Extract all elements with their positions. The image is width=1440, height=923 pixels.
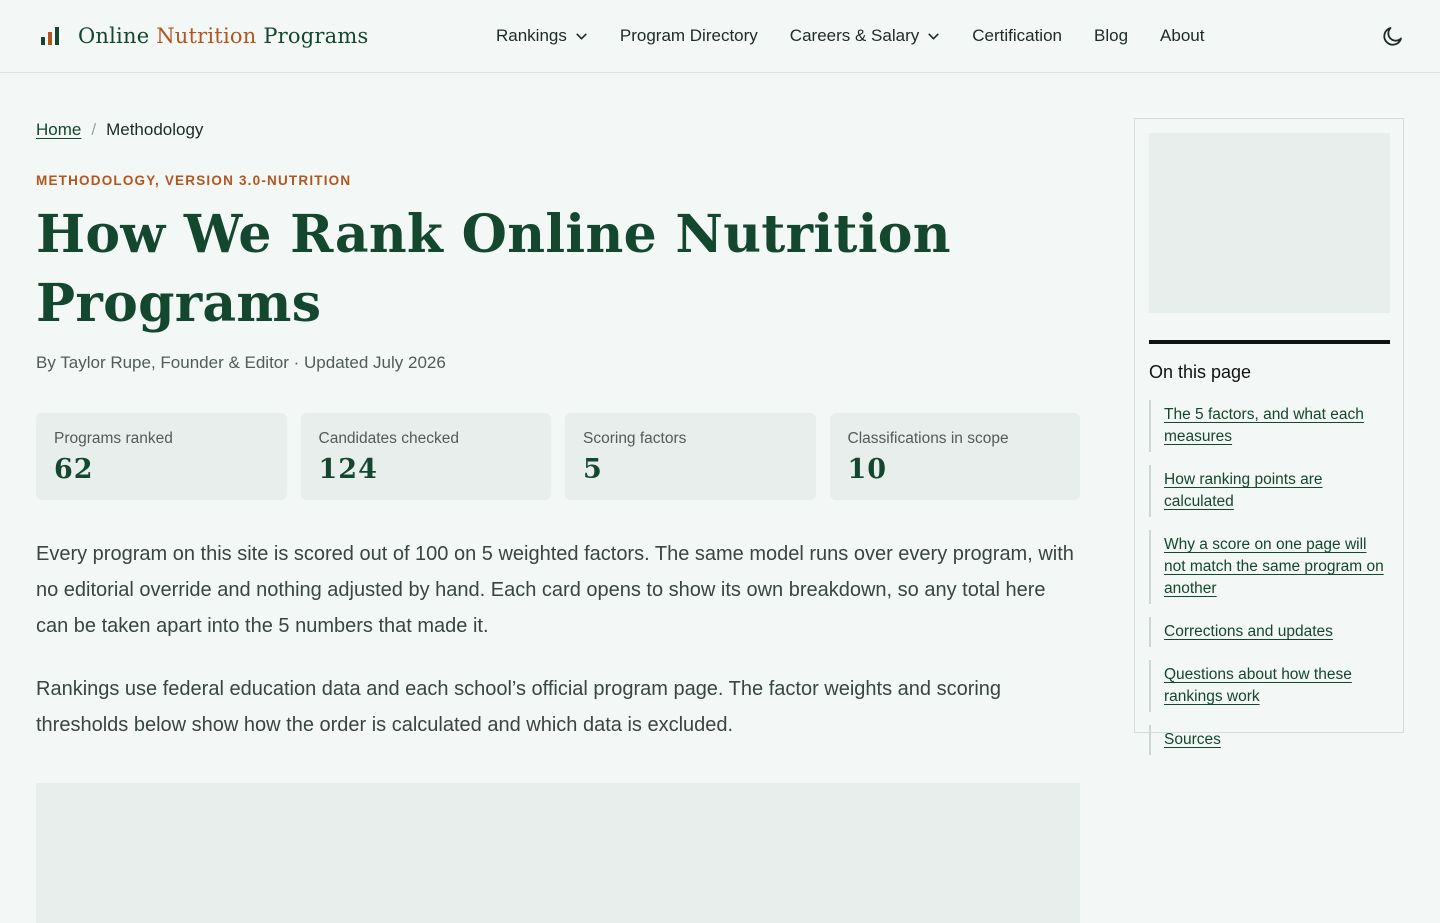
brand-word-nutrition: Nutrition <box>156 24 257 48</box>
toc-title: On this page <box>1149 362 1252 382</box>
toc-link-score-mismatch[interactable]: Why a score on one page will not match t… <box>1164 534 1384 600</box>
stats-row: Programs ranked 62 Candidates checked 12… <box>36 413 1080 500</box>
page-kicker: METHODOLOGY, VERSION 3.0-NUTRITION <box>36 173 352 188</box>
nav-careers-salary-label: Careers & Salary <box>789 26 920 45</box>
nav-blog-label: Blog <box>1094 26 1129 45</box>
toc-link-questions[interactable]: Questions about how these rankings work <box>1164 664 1384 708</box>
moon-icon <box>1383 27 1402 46</box>
toc-link-factors[interactable]: The 5 factors, and what each measures <box>1164 404 1384 448</box>
stat-card-classifications: Classifications in scope 10 <box>829 413 1080 500</box>
nav-careers-salary[interactable]: Careers & Salary <box>790 26 940 46</box>
toc-item: How ranking points are calculated <box>1149 465 1389 517</box>
breadcrumb-separator: / <box>91 120 97 139</box>
content-image-placeholder <box>36 783 1080 923</box>
theme-toggle-button[interactable] <box>1381 24 1405 48</box>
toc-item: The 5 factors, and what each measures <box>1149 400 1389 452</box>
stat-value: 62 <box>54 454 94 485</box>
brand-home-link[interactable]: Online Nutrition Programs <box>38 18 368 54</box>
stat-label: Programs ranked <box>54 430 173 447</box>
toc-link-sources[interactable]: Sources <box>1164 729 1384 751</box>
brand-word-online: Online <box>78 24 150 48</box>
chevron-down-icon <box>928 33 939 39</box>
nav-blog[interactable]: Blog <box>1094 26 1128 46</box>
stat-label: Candidates checked <box>318 430 459 447</box>
nav-certification-label: Certification <box>972 26 1062 45</box>
stat-label: Classifications in scope <box>847 430 1009 447</box>
nav-about-label: About <box>1160 26 1205 45</box>
toc-item: Questions about how these rankings work <box>1149 660 1389 712</box>
stat-value: 10 <box>847 454 888 485</box>
bar-chart-logo-icon <box>41 27 59 45</box>
breadcrumb-home-link[interactable]: Home <box>36 120 81 140</box>
brand-word-programs: Programs <box>263 24 369 48</box>
toc-item: Sources <box>1149 725 1389 755</box>
toc-link-ranking-points[interactable]: How ranking points are calculated <box>1164 469 1384 513</box>
page-title: How We Rank Online Nutrition Programs <box>36 204 951 334</box>
stat-value: 124 <box>318 454 378 485</box>
toc-list: The 5 factors, and what each measures Ho… <box>1149 400 1389 755</box>
intro-text: Every program on this site is scored out… <box>36 536 1080 743</box>
toc-link-corrections[interactable]: Corrections and updates <box>1164 621 1384 643</box>
stat-value: 5 <box>583 454 603 485</box>
stat-card-scoring-factors: Scoring factors 5 <box>565 413 816 500</box>
nav-program-directory-label: Program Directory <box>619 26 758 45</box>
stat-card-candidates-checked: Candidates checked 124 <box>300 413 551 500</box>
breadcrumb-current: Methodology <box>106 120 204 139</box>
nav-rankings[interactable]: Rankings <box>496 26 588 46</box>
brand-name: Online Nutrition Programs <box>78 24 368 48</box>
sidebar-placeholder-box <box>1149 133 1390 313</box>
toc-item: Why a score on one page will not match t… <box>1149 530 1389 604</box>
nav-rankings-label: Rankings <box>496 26 567 45</box>
site-header: Online Nutrition Programs Rankings Progr… <box>0 0 1440 73</box>
nav-certification[interactable]: Certification <box>972 26 1062 46</box>
intro-paragraph: Rankings use federal education data and … <box>36 678 1002 736</box>
toc-item: Corrections and updates <box>1149 617 1389 647</box>
intro-paragraph: Every program on this site is scored out… <box>36 543 1074 637</box>
chevron-down-icon <box>576 33 587 39</box>
stat-label: Scoring factors <box>583 430 687 447</box>
nav-program-directory[interactable]: Program Directory <box>620 26 758 46</box>
sidebar: On this page The 5 factors, and what eac… <box>1134 118 1404 755</box>
main-nav: Rankings Program Directory Careers & Sal… <box>496 22 1204 50</box>
stat-card-programs-ranked: Programs ranked 62 <box>36 413 287 500</box>
byline: By Taylor Rupe, Founder & Editor · Updat… <box>36 353 446 372</box>
breadcrumb: Home / Methodology <box>36 120 203 140</box>
nav-about[interactable]: About <box>1160 26 1204 46</box>
toc-divider <box>1149 340 1390 344</box>
